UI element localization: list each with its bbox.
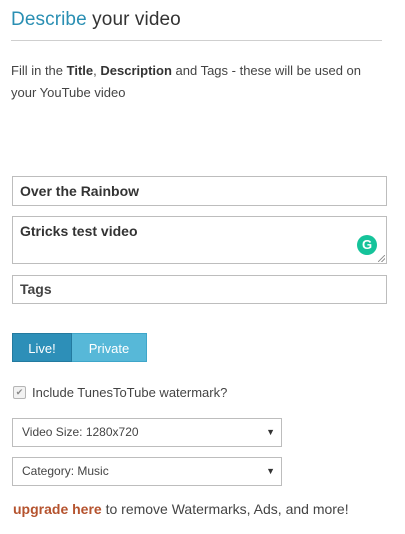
title-input-value: Over the Rainbow	[20, 183, 140, 199]
title-input[interactable]: Over the Rainbow	[12, 176, 387, 206]
description-textarea-value: Gtricks test video	[20, 223, 138, 239]
upgrade-notice: upgrade here to remove Watermarks, Ads, …	[13, 501, 349, 517]
upgrade-link[interactable]: upgrade here	[13, 501, 102, 517]
page-title-rest: your video	[92, 9, 181, 30]
intro-text: Fill in the Title, Description and Tags …	[11, 60, 383, 104]
visibility-toggle: Live! Private	[12, 333, 147, 362]
upgrade-rest-text: to remove Watermarks, Ads, and more!	[101, 501, 349, 517]
watermark-option: ✔ Include TunesToTube watermark?	[13, 383, 227, 401]
video-size-value: Video Size: 1280x720	[22, 425, 139, 439]
intro-bold-description: Description	[100, 63, 172, 78]
page-title: Describe your video	[11, 9, 181, 31]
grammarly-icon[interactable]: G	[357, 235, 377, 255]
private-button[interactable]: Private	[72, 333, 147, 362]
chevron-down-icon: ▼	[266, 427, 275, 437]
intro-part-1: Fill in the	[11, 63, 67, 78]
tags-input[interactable]: Tags	[12, 275, 387, 304]
resize-handle[interactable]	[378, 255, 385, 262]
tags-input-placeholder: Tags	[20, 281, 52, 297]
live-button[interactable]: Live!	[12, 333, 72, 362]
watermark-checkbox[interactable]: ✔	[13, 385, 26, 399]
video-size-select[interactable]: Video Size: 1280x720 ▼	[12, 418, 282, 447]
page-title-accent: Describe	[11, 9, 87, 30]
watermark-label[interactable]: Include TunesToTube watermark?	[32, 385, 227, 400]
category-select[interactable]: Category: Music ▼	[12, 457, 282, 486]
description-textarea[interactable]: Gtricks test video G	[12, 216, 387, 264]
title-divider	[11, 40, 382, 41]
category-value: Category: Music	[22, 464, 109, 478]
chevron-down-icon: ▼	[266, 466, 275, 476]
intro-bold-title: Title	[66, 63, 94, 78]
